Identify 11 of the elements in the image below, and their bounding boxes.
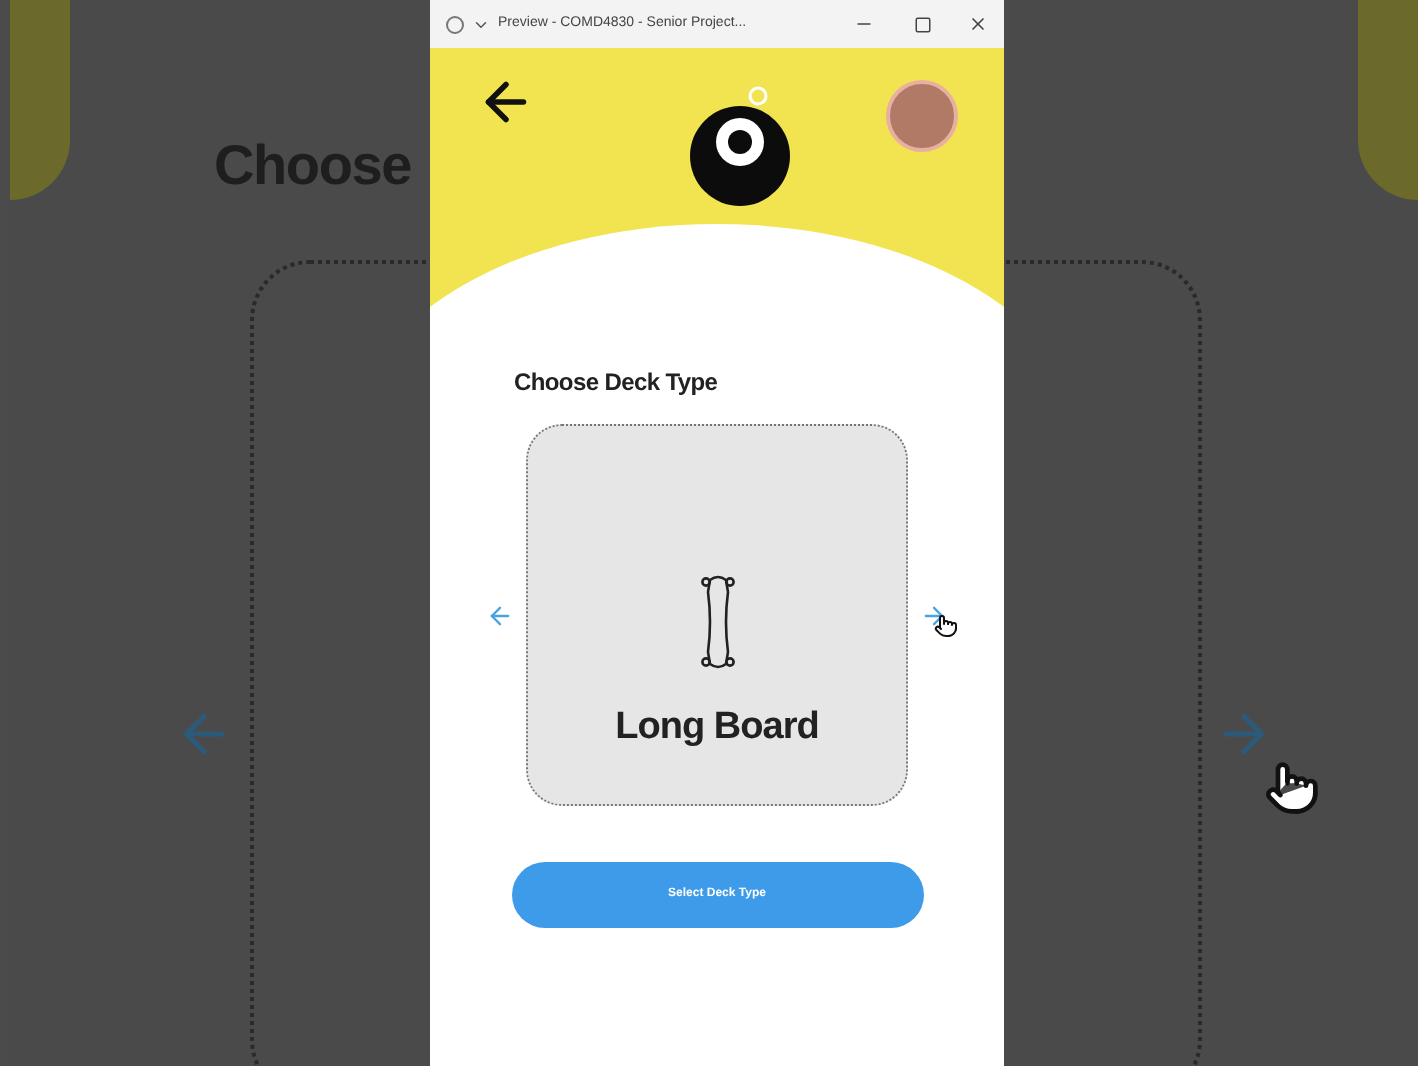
previous-arrow-icon[interactable] [486, 601, 514, 629]
app-icon [446, 15, 464, 33]
close-icon[interactable] [968, 14, 988, 34]
skateboard-icon [697, 571, 737, 671]
maximize-icon[interactable] [914, 15, 932, 33]
section-heading: Choose Deck Type [514, 366, 718, 400]
hand-cursor-icon [934, 613, 958, 637]
hand-cursor-icon [1264, 760, 1320, 816]
deck-card[interactable]: Long Board [526, 424, 908, 806]
avatar[interactable] [886, 80, 958, 152]
deck-name: Long Board [615, 703, 819, 751]
